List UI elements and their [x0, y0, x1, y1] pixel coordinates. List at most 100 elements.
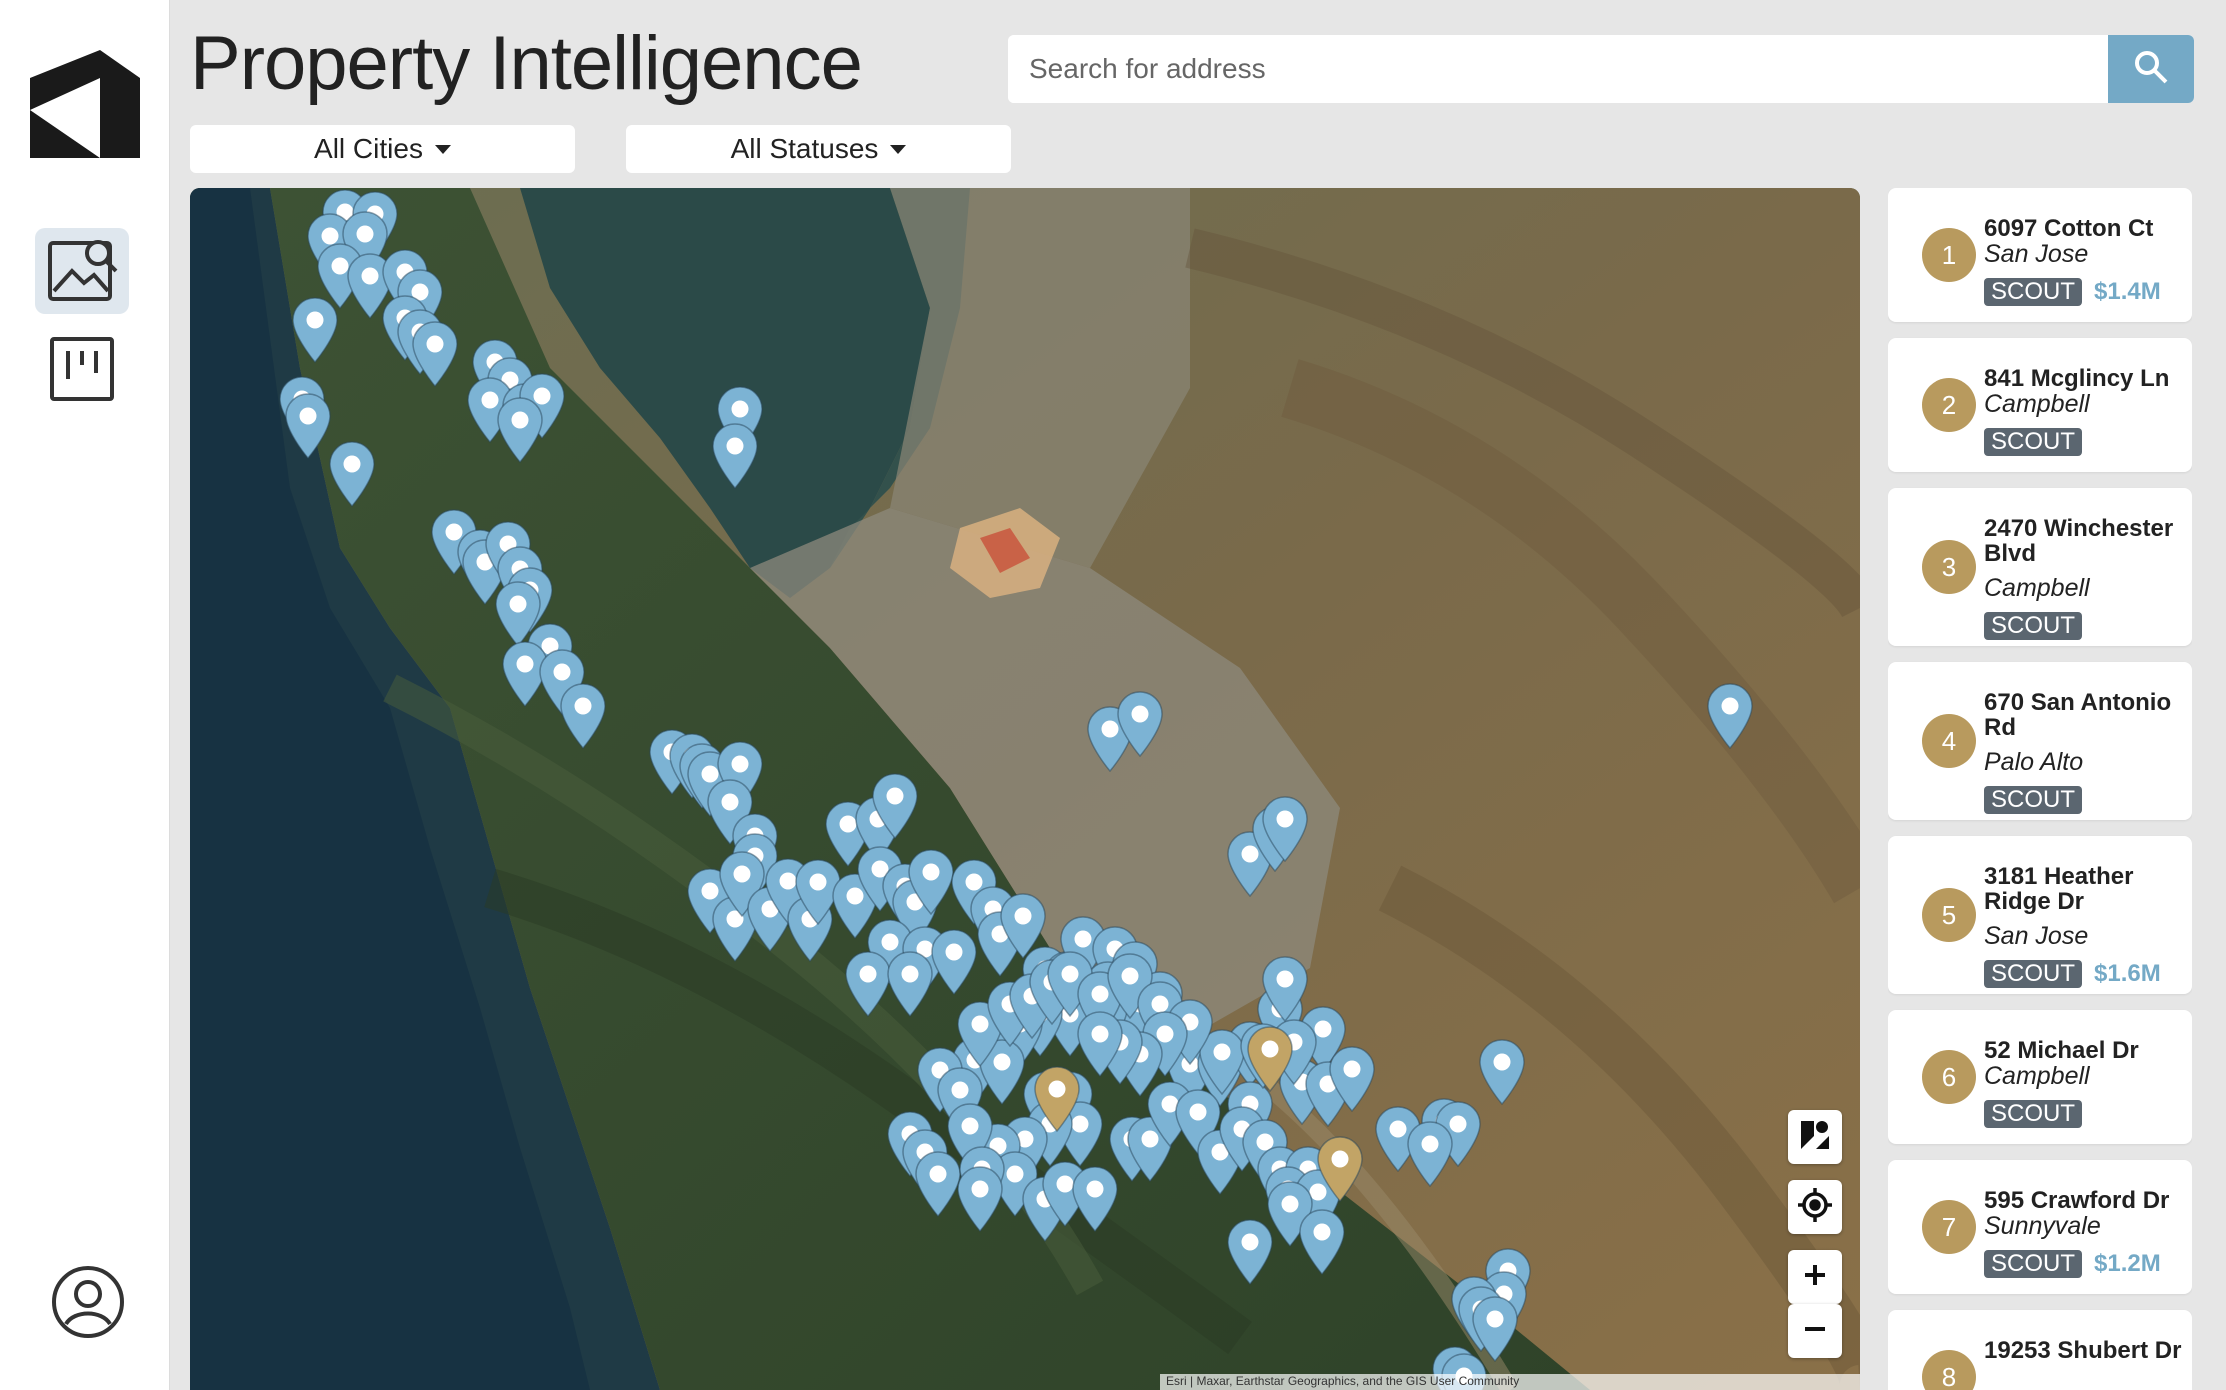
property-address: 6097 Cotton Ct	[1984, 215, 2154, 242]
property-marker-highlighted[interactable]	[1315, 1135, 1365, 1203]
rank-number-badge: 8	[1922, 1350, 1976, 1390]
property-badges: SCOUT	[1984, 428, 2082, 456]
search-input[interactable]	[1008, 35, 2108, 103]
property-marker[interactable]	[710, 422, 760, 490]
status-badge: SCOUT	[1984, 786, 2082, 814]
layers-toggle-button[interactable]	[1788, 1110, 1842, 1164]
board-icon	[48, 335, 116, 408]
map-attribution: Esri | Maxar, Earthstar Geographics, and…	[1160, 1374, 1860, 1390]
property-price: $1.4M	[2094, 278, 2161, 305]
property-marker[interactable]	[1075, 1010, 1125, 1078]
property-marker-highlighted[interactable]	[1245, 1025, 1295, 1093]
zoom-in-icon	[1802, 1262, 1828, 1293]
property-card[interactable]: 5 3181 Heather Ridge Dr San Jose SCOUT $1.6M	[1888, 836, 2192, 994]
property-marker[interactable]	[1470, 1295, 1520, 1363]
property-marker[interactable]	[1297, 1208, 1347, 1276]
property-badges: SCOUT	[1984, 786, 2082, 814]
chevron-down-icon	[890, 144, 907, 154]
status-filter-dropdown[interactable]: All Statuses	[626, 125, 1011, 173]
property-marker[interactable]	[1705, 682, 1755, 750]
property-marker[interactable]	[1405, 1120, 1455, 1188]
search-icon	[2133, 49, 2169, 90]
property-card[interactable]: 1 6097 Cotton Ct San Jose SCOUT $1.4M	[1888, 188, 2192, 322]
rank-number-badge: 5	[1922, 888, 1976, 942]
property-price: $1.2M	[2094, 1250, 2161, 1277]
city-filter-label: All Cities	[314, 133, 423, 164]
property-marker[interactable]	[955, 1165, 1005, 1233]
status-badge: SCOUT	[1984, 428, 2082, 456]
status-badge: SCOUT	[1984, 278, 2082, 306]
property-marker[interactable]	[1477, 1038, 1527, 1106]
property-card[interactable]: 7 595 Crawford Dr Sunnyvale SCOUT $1.2M	[1888, 1160, 2192, 1294]
rank-number-badge: 3	[1922, 540, 1976, 594]
page-title: Property Intelligence	[190, 21, 863, 106]
property-marker[interactable]	[1225, 1218, 1275, 1286]
property-address: 3181 Heather Ridge Dr	[1984, 863, 2134, 915]
rail-item-board[interactable]	[35, 328, 129, 414]
left-nav-rail	[0, 0, 170, 1390]
property-marker[interactable]	[1260, 795, 1310, 863]
rail-item-property-search[interactable]	[35, 228, 129, 314]
chevron-down-icon	[434, 144, 451, 154]
property-badges: SCOUT $1.4M	[1984, 278, 2161, 306]
status-filter-label: All Statuses	[730, 133, 879, 164]
property-city: Palo Alto	[1984, 748, 2084, 776]
property-card[interactable]: 2 841 Mcglincy Ln Campbell SCOUT	[1888, 338, 2192, 472]
property-city: Sunnyvale	[1984, 1212, 2101, 1240]
property-card[interactable]: 8 19253 Shubert Dr	[1888, 1310, 2192, 1390]
property-card[interactable]: 3 2470 Winchester Blvd Campbell SCOUT	[1888, 488, 2192, 646]
city-filter-dropdown[interactable]: All Cities	[190, 125, 575, 173]
property-marker[interactable]	[327, 440, 377, 508]
property-city: Campbell	[1984, 574, 2090, 602]
property-city: Campbell	[1984, 390, 2090, 418]
property-list: 1 6097 Cotton Ct San Jose SCOUT $1.4M 2 841 Mc…	[1888, 188, 2192, 1390]
rank-number-badge: 4	[1922, 714, 1976, 768]
property-address: 595 Crawford Dr	[1984, 1187, 2170, 1214]
status-badge: SCOUT	[1984, 960, 2082, 988]
property-marker[interactable]	[1327, 1045, 1377, 1113]
property-city: Campbell	[1984, 1062, 2090, 1090]
property-marker[interactable]	[410, 320, 460, 388]
property-marker[interactable]	[558, 682, 608, 750]
property-marker[interactable]	[1115, 690, 1165, 758]
property-city: San Jose	[1984, 922, 2089, 950]
satellite-map[interactable]: Esri | Maxar, Earthstar Geographics, and…	[190, 188, 1860, 1390]
property-city: San Jose	[1984, 240, 2089, 268]
zoom-out-button[interactable]	[1788, 1304, 1842, 1358]
property-marker[interactable]	[495, 396, 545, 464]
property-badges: SCOUT $1.6M	[1984, 960, 2161, 988]
property-card[interactable]: 4 670 San Antonio Rd Palo Alto SCOUT	[1888, 662, 2192, 820]
rank-number-badge: 1	[1922, 228, 1976, 282]
property-badges: SCOUT	[1984, 612, 2082, 640]
property-address: 841 Mcglincy Ln	[1984, 365, 2170, 392]
zoom-in-button[interactable]	[1788, 1250, 1842, 1304]
property-marker[interactable]	[870, 772, 920, 840]
property-address: 670 San Antonio Rd	[1984, 689, 2172, 741]
locate-icon	[1796, 1186, 1834, 1229]
status-badge: SCOUT	[1984, 1250, 2082, 1278]
property-address: 2470 Winchester Blvd	[1984, 515, 2174, 567]
property-address: 52 Michael Dr	[1984, 1037, 2139, 1064]
rank-number-badge: 6	[1922, 1050, 1976, 1104]
rank-number-badge: 2	[1922, 378, 1976, 432]
status-badge: SCOUT	[1984, 1100, 2082, 1128]
house-logo-icon[interactable]	[26, 48, 142, 164]
user-avatar-icon[interactable]	[50, 1264, 126, 1340]
property-marker[interactable]	[1260, 955, 1310, 1023]
property-marker[interactable]	[290, 296, 340, 364]
property-card[interactable]: 6 52 Michael Dr Campbell SCOUT	[1888, 1010, 2192, 1144]
property-marker-highlighted[interactable]	[1032, 1065, 1082, 1133]
address-search-bar	[1008, 35, 2194, 103]
status-badge: SCOUT	[1984, 612, 2082, 640]
property-marker[interactable]	[885, 950, 935, 1018]
property-price: $1.6M	[2094, 960, 2161, 987]
property-badges: SCOUT $1.2M	[1984, 1250, 2161, 1278]
property-address: 19253 Shubert Dr	[1984, 1337, 2182, 1364]
layers-icon	[1798, 1118, 1832, 1157]
locate-button[interactable]	[1788, 1180, 1842, 1234]
image-search-icon	[44, 233, 120, 310]
property-marker[interactable]	[283, 392, 333, 460]
property-badges: SCOUT	[1984, 1100, 2082, 1128]
zoom-out-icon	[1802, 1316, 1828, 1347]
search-button[interactable]	[2108, 35, 2194, 103]
